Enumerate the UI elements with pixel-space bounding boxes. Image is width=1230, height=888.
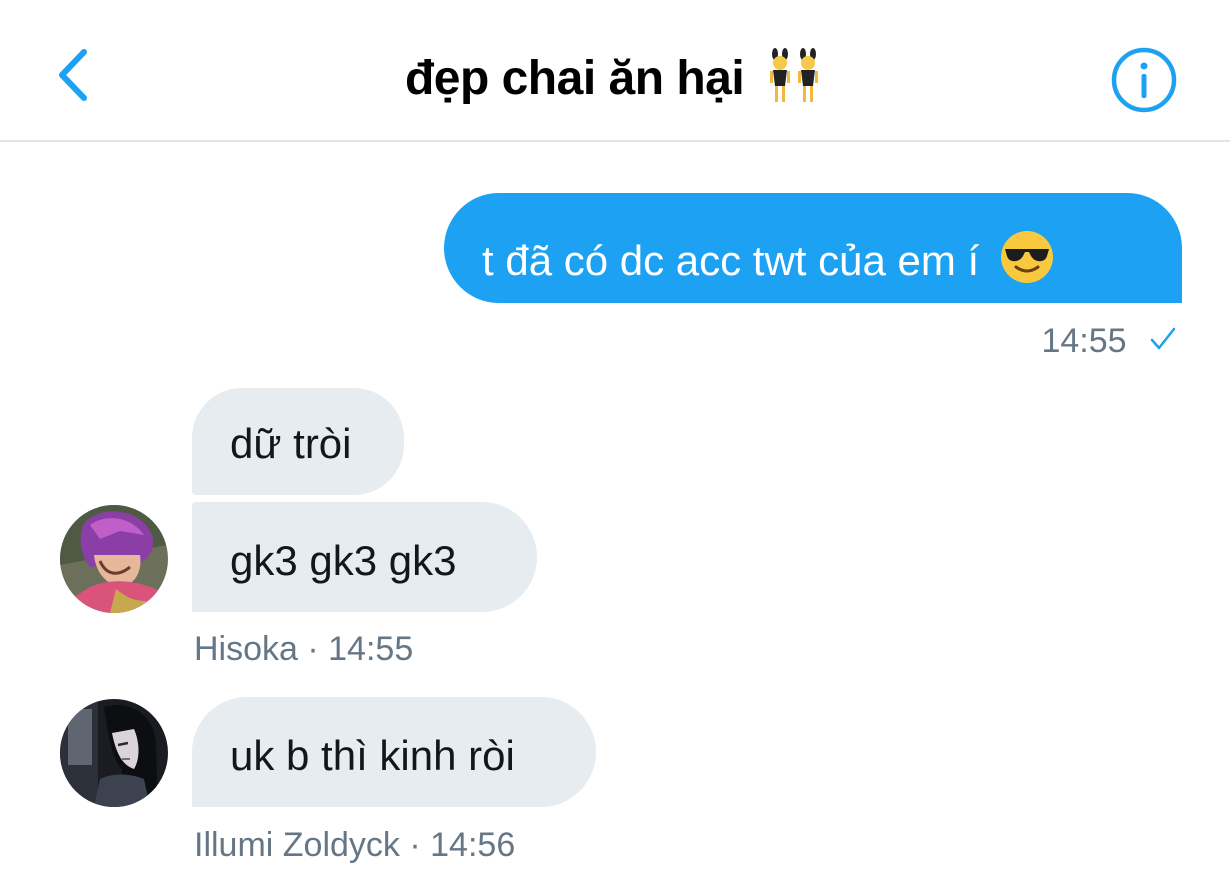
message-text: uk b thì kinh ròi: [230, 732, 515, 779]
conversation-info-button[interactable]: [1110, 46, 1178, 114]
check-icon: [1150, 327, 1176, 350]
message-text: dữ tròi: [230, 420, 352, 467]
avatar-hisoka[interactable]: [60, 505, 168, 613]
outgoing-message-bubble[interactable]: t đã có dc acc twt của em í: [444, 193, 1182, 303]
sender-and-time: Hisoka · 14:55: [194, 630, 414, 668]
info-circle-icon: [1111, 47, 1177, 113]
incoming-message-meta: Illumi Zoldyck · 14:56: [194, 826, 515, 865]
women-with-bunny-ears-emoji: [770, 48, 819, 102]
illumi-avatar-image: [60, 699, 168, 807]
conversation-title[interactable]: đẹp chai ăn hại: [0, 48, 1230, 106]
message-text: gk3 gk3 gk3: [230, 537, 457, 584]
sender-and-time: Illumi Zoldyck · 14:56: [194, 826, 516, 864]
incoming-message-bubble[interactable]: gk3 gk3 gk3: [192, 502, 537, 612]
incoming-message-meta: Hisoka · 14:55: [194, 630, 413, 669]
incoming-message-bubble[interactable]: uk b thì kinh ròi: [192, 697, 596, 807]
avatar-illumi-zoldyck[interactable]: [60, 699, 168, 807]
incoming-message-bubble[interactable]: dữ tròi: [192, 388, 404, 495]
message-text: t đã có dc acc twt của em í: [482, 237, 980, 284]
conversation-title-text: đẹp chai ăn hại: [404, 52, 745, 105]
hisoka-avatar-image: [60, 505, 168, 613]
smiling-face-with-sunglasses-emoji: [1000, 231, 1053, 283]
message-time: 14:55: [1041, 322, 1127, 360]
conversation-header: đẹp chai ăn hại: [0, 0, 1230, 142]
outgoing-message-meta: 14:55: [1041, 322, 1178, 361]
